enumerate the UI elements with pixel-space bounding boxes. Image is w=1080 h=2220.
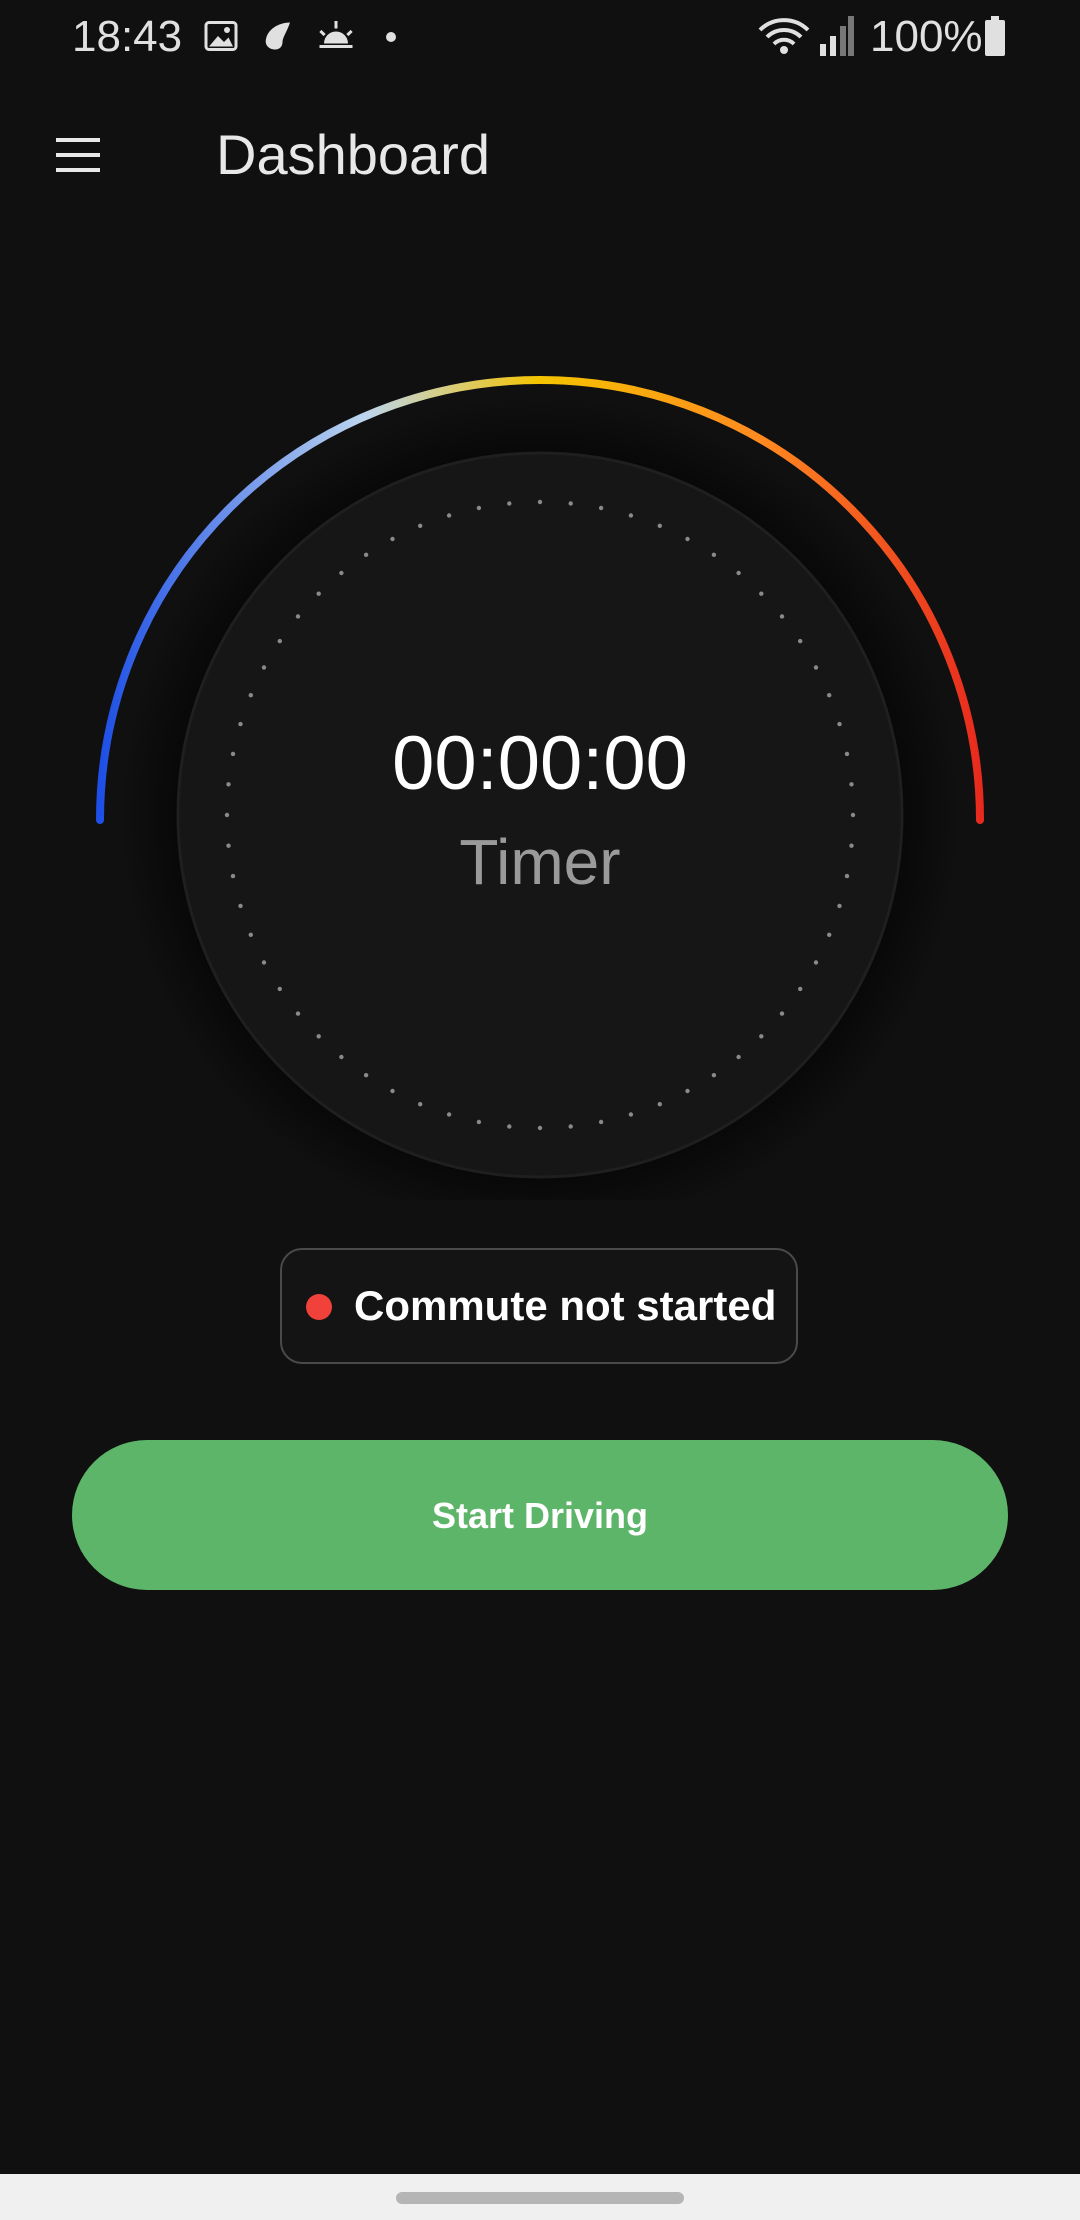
dial-tick-dot [827,932,832,937]
dial-tick-dot [798,986,803,992]
dial-tick-dot [363,1073,369,1078]
timer-label: Timer [459,826,621,898]
dial-tick-dot [446,1112,452,1117]
dial-tick-dot [628,513,634,518]
dial-tick-dot [316,591,321,596]
dial-tick-dot [295,614,301,619]
dial-tick-dot [813,665,819,670]
dial-tick-dot [507,501,512,506]
dial-tick-dot [277,638,282,644]
dial-tick-dot [295,1011,301,1016]
wifi-icon [758,16,810,61]
app-bar: Dashboard [0,100,1080,210]
dial-tick-dot [261,960,267,965]
start-driving-label: Start Driving [431,1495,649,1536]
dial-tick-dot [779,614,785,619]
menu-button[interactable] [48,126,120,186]
dial-tick-dot [248,693,253,698]
dial-tick-dot [339,1054,344,1060]
status-dot-icon [306,1294,332,1320]
dial-tick-dot [568,1124,573,1129]
dial-tick-dot [849,843,854,848]
dial-tick-dot [779,1011,785,1016]
dial-tick-dot [238,721,243,727]
status-time: 18:43 [72,12,183,61]
dial-tick-dot [850,812,856,818]
dial-tick-dot [507,1124,512,1129]
dial-tick-dot [685,1088,690,1094]
dial-tick-dot [261,665,267,670]
dial-tick-dot [759,591,764,596]
dial-tick-dot [238,903,243,909]
dial-tick-dot [685,536,690,542]
dial-tick-dot [226,843,231,848]
dial-tick-dot [277,986,282,992]
dial-tick-dot [628,1112,634,1117]
commute-status-badge: Commute not started [280,1248,798,1364]
dial-tick-dot [418,1102,423,1107]
image-icon [203,18,239,59]
dial-tick-dot [711,1073,717,1078]
dial-tick-dot [827,693,832,698]
dial-tick-dot [418,523,423,528]
hamburger-menu-icon [56,138,100,172]
dial-tick-dot [390,536,395,542]
dot-icon [384,30,398,49]
dial-tick-dot [657,523,662,528]
dial-tick-dot [316,1034,321,1039]
dial-tick-dot [390,1088,395,1094]
navigation-bar [0,2174,1080,2220]
start-driving-button[interactable]: Start Driving [72,1440,1008,1590]
dial-tick-dot [248,932,253,937]
dial-tick-dot [736,570,741,576]
dial-tick-dot [537,1125,543,1131]
dial-tick-dot [226,782,231,787]
dial-tick-dot [568,501,573,506]
cloud-leaf-icon [260,18,296,59]
dial-tick-dot [476,1119,482,1125]
dial-tick-dot [798,638,803,644]
timer-value: 00:00:00 [392,721,688,806]
dial-tick-dot [837,903,842,909]
dial-face [176,451,904,1179]
dial-tick-dot [759,1034,764,1039]
dial-tick-dot [598,1119,604,1125]
page-title: Dashboard [216,123,490,186]
dial-tick-dot [446,513,452,518]
dial-tick-dot [598,505,604,511]
dial-tick-dot [230,873,236,879]
home-handle[interactable] [396,2192,684,2204]
timer-dial: 00:00:00 Timer [0,300,1080,1200]
dial-tick-dot [844,751,850,757]
dial-tick-dot [230,751,236,757]
dial-tick-dot [849,782,854,787]
dial-tick-dot [844,873,850,879]
dial-tick-dot [736,1054,741,1060]
signal-icon [818,16,854,61]
dial-tick-dot [476,505,482,511]
sunrise-icon [316,18,356,59]
dial-tick-dot [537,499,543,505]
dial-tick-dot [339,570,344,576]
dial-tick-dot [711,552,717,557]
status-bar: 18:43 100% [0,0,1080,72]
dial-tick-dot [363,552,369,557]
dial-tick-dot [813,960,819,965]
dial-tick-dot [837,721,842,727]
battery-icon [983,16,1007,61]
dial-tick-dot [657,1102,662,1107]
battery-percentage: 100% [870,12,983,61]
dial-tick-dot [224,812,230,818]
commute-status-text: Commute not started [354,1282,777,1329]
